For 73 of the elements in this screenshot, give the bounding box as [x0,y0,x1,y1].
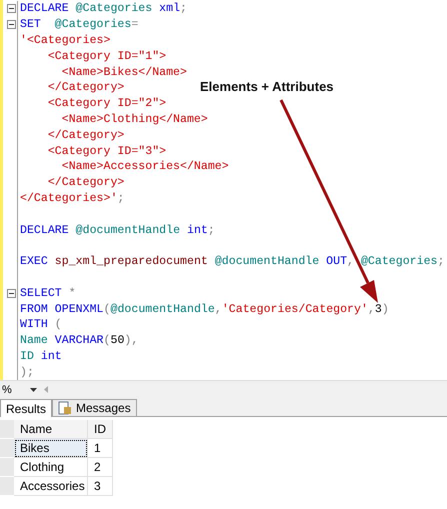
row-header[interactable] [0,458,14,477]
table-cell[interactable]: Bikes [14,439,88,458]
code-token: SELECT [20,286,62,300]
code-token: '<Categories> [20,34,110,47]
code-token: ), [124,334,138,348]
document-icon [58,401,72,415]
code-token: VARCHAR [54,334,104,348]
code-token: <Category ID="2"> [46,97,166,110]
code-token: SET [20,18,41,32]
code-token: * [68,286,76,300]
code-token: <Category ID="1"> [46,50,166,63]
row-header[interactable] [0,439,14,458]
column-header[interactable]: ID [88,420,113,439]
code-token: <Name>Bikes</Name> [60,66,187,79]
code-token: OUT [325,255,348,268]
code-token: @documentHandle [74,224,180,237]
code-token: ( [104,334,110,348]
code-token: , [214,302,222,316]
code-token: </Category> [46,81,124,94]
code-token: ; [438,255,444,268]
tab[interactable]: Results [0,399,52,417]
code-token: Name [20,334,48,348]
code-token: ; [117,192,124,205]
code-token: int [186,224,208,237]
code-token: ; [180,2,188,16]
code-token: @documentHandle [214,255,320,268]
dropdown-caret-icon[interactable] [30,386,37,393]
code-token: @documentHandle [110,302,215,316]
code-token: </Category> [46,128,124,142]
code-token: ); [20,366,34,379]
code-token: <Name>Accessories</Name> [60,160,229,174]
table-cell[interactable]: 3 [88,477,113,496]
collapse-icon[interactable] [6,4,16,14]
code-token: OPENXML [54,302,104,316]
code-token: ( [54,318,62,332]
code-token: 'Categories/Category' [222,302,368,316]
zoom-value[interactable]: % [2,384,24,396]
code-token: ; [208,224,215,237]
collapse-icon[interactable] [6,288,16,298]
code-token: ( [104,302,110,316]
code-token: sp_xml_preparedocument [54,255,208,268]
code-token: = [131,18,138,32]
scroll-left-icon[interactable] [43,386,50,393]
code-token: @Categories [74,2,152,16]
code-token: xml [158,2,180,16]
code-token: ID [20,350,34,363]
code-token: DECLARE [20,224,69,237]
code-token: @Categories [360,255,438,268]
code-token: <Name>Clothing</Name> [60,112,208,126]
code-token: WITH [20,318,48,332]
code-token: EXEC [20,255,48,268]
code-token: , [347,255,354,268]
table-cell[interactable]: 1 [88,439,113,458]
code-token: 3 [374,302,382,316]
collapse-icon[interactable] [6,20,16,30]
tab[interactable]: Messages [52,399,137,416]
table-cell[interactable]: Accessories [14,477,88,496]
table-cell[interactable]: 2 [88,458,113,477]
table-cell[interactable]: Clothing [14,458,88,477]
code-token: , [368,302,375,316]
code-token: </Categories>' [20,192,118,205]
code-token: DECLARE [20,2,69,16]
code-token: @Categories [54,18,132,32]
annotation-label: Elements + Attributes [200,79,334,94]
code-token: <Category ID="3"> [46,144,166,158]
column-header[interactable]: Name [14,420,88,439]
grid-corner[interactable] [0,420,14,439]
code-token: ) [382,302,389,316]
code-token: int [40,350,62,363]
code-token: FROM [20,302,48,316]
code-token: </Category> [46,176,124,190]
code-token: 50 [110,334,124,348]
row-header[interactable] [0,477,14,496]
